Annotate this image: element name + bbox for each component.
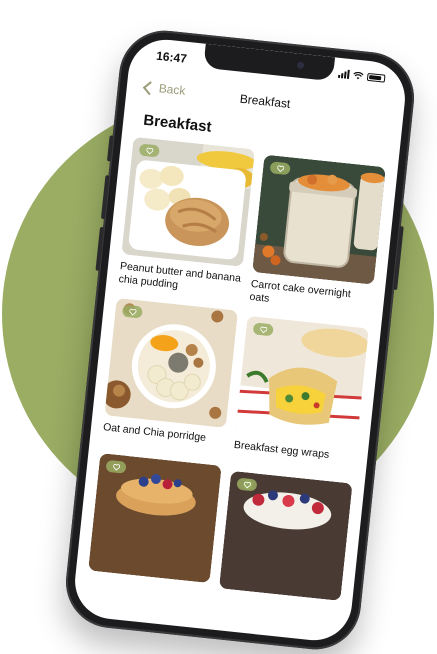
favorite-button[interactable]: [138, 143, 160, 158]
status-icons: [337, 69, 386, 83]
favorite-button[interactable]: [121, 304, 143, 319]
carrot-cake-oats-image: [252, 154, 386, 285]
phone-screen: 16:47 Back Breakfast Breakfast Peanut bu…: [71, 36, 409, 644]
peanut-butter-pudding-image: [121, 136, 255, 267]
phone-frame: 16:47 Back Breakfast Breakfast Peanut bu…: [61, 26, 419, 654]
heart-icon: [128, 308, 137, 315]
recipe-image: [104, 297, 239, 428]
heart-icon: [276, 164, 284, 172]
recipe-grid: Peanut butter and banana chia pudding Ca…: [88, 136, 389, 601]
favorite-button[interactable]: [236, 477, 258, 492]
status-time: 16:47: [155, 48, 188, 66]
breakfast-egg-wraps-image: [235, 315, 369, 446]
recipe-name: Peanut butter and banana chia pudding: [118, 260, 242, 292]
heart-icon: [259, 326, 267, 333]
recipe-card[interactable]: Carrot cake overnight oats: [248, 154, 386, 317]
page-title: Breakfast: [142, 111, 213, 136]
camera-icon: [296, 61, 305, 70]
recipe-card[interactable]: Oat and Chia porridge: [102, 297, 239, 447]
heart-icon: [112, 463, 120, 471]
berry-bowl-image: [218, 470, 353, 601]
recipe-card[interactable]: [218, 470, 353, 607]
signal-icon: [337, 69, 350, 79]
recipe-card[interactable]: Breakfast egg wraps: [233, 315, 369, 465]
heart-icon: [145, 147, 153, 154]
recipe-image: [252, 154, 386, 285]
recipe-card[interactable]: [87, 453, 222, 589]
recipe-image: [121, 136, 255, 267]
recipe-image: [235, 315, 369, 446]
recipe-image: [88, 453, 222, 584]
recipe-card[interactable]: Peanut butter and banana chia pudding: [118, 136, 255, 299]
favorite-button[interactable]: [105, 459, 127, 474]
recipe-name: Carrot cake overnight oats: [248, 277, 352, 305]
favorite-button[interactable]: [252, 322, 274, 337]
oat-chia-porridge-image: [104, 297, 239, 428]
favorite-button[interactable]: [269, 161, 291, 176]
wifi-icon: [353, 71, 364, 79]
heart-icon: [243, 481, 251, 488]
battery-icon: [366, 72, 386, 83]
recipe-image: [218, 470, 353, 601]
pancakes-image: [88, 453, 222, 584]
